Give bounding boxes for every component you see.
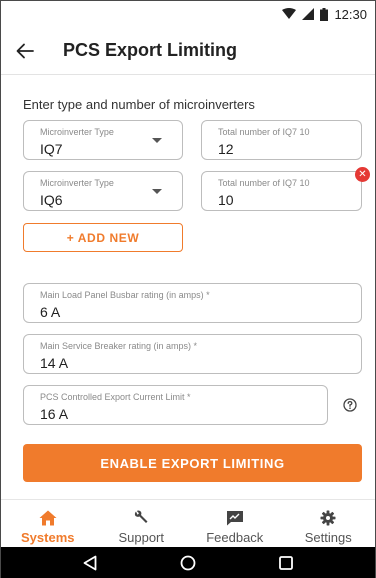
microinverter-count-value: 12	[218, 141, 234, 157]
back-triangle-icon[interactable]	[79, 552, 101, 574]
nav-item-settings[interactable]: Settings	[282, 500, 376, 547]
page-title: PCS Export Limiting	[63, 40, 238, 60]
status-time: 12:30	[334, 6, 367, 22]
chevron-down-icon	[152, 138, 162, 143]
microinverter-count-label: Total number of IQ7 10	[218, 178, 310, 188]
home-circle-icon[interactable]	[177, 552, 199, 574]
busbar-rating-input[interactable]: Main Load Panel Busbar rating (in amps) …	[23, 283, 362, 323]
export-limit-label: PCS Controlled Export Current Limit *	[40, 392, 191, 402]
breaker-rating-label: Main Service Breaker rating (in amps) *	[40, 341, 198, 351]
enable-export-limiting-button[interactable]: ENABLE EXPORT LIMITING	[23, 444, 362, 482]
wifi-icon	[282, 8, 297, 20]
signal-icon	[302, 8, 315, 20]
phone-screen: 12:30 PCS Export Limiting Enter type and…	[0, 0, 376, 578]
add-new-button[interactable]: + ADD NEW	[23, 223, 183, 252]
busbar-rating-value: 6 A	[40, 304, 61, 320]
battery-icon	[320, 7, 329, 21]
nav-label-systems: Systems	[21, 530, 75, 545]
feedback-icon	[226, 509, 244, 527]
system-navigation-bar	[1, 547, 375, 578]
remove-row-icon[interactable]: ✕	[355, 167, 370, 182]
wrench-icon	[133, 509, 149, 527]
microinverter-type-select[interactable]: Microinverter Type IQ6	[23, 171, 183, 211]
breaker-rating-value: 14 A	[40, 355, 69, 371]
nav-label-feedback: Feedback	[206, 530, 264, 545]
microinverter-count-label: Total number of IQ7 10	[218, 127, 310, 137]
recents-square-icon[interactable]	[275, 552, 297, 574]
busbar-rating-label: Main Load Panel Busbar rating (in amps) …	[40, 290, 210, 300]
bottom-navigation: Systems Support Feedback Settings	[1, 499, 375, 547]
microinverter-type-value: IQ6	[40, 192, 63, 208]
help-circle-icon[interactable]	[343, 398, 357, 412]
microinverter-count-input[interactable]: Total number of IQ7 10 12	[201, 120, 362, 160]
microinverter-count-value: 10	[218, 192, 234, 208]
microinverter-type-value: IQ7	[40, 141, 63, 157]
home-icon	[39, 509, 57, 527]
microinverter-type-label: Microinverter Type	[40, 127, 114, 137]
nav-item-support[interactable]: Support	[95, 500, 189, 547]
arrow-left-icon[interactable]	[1, 27, 49, 75]
microinverter-type-label: Microinverter Type	[40, 178, 114, 188]
chevron-down-icon	[152, 189, 162, 194]
nav-label-settings: Settings	[304, 530, 352, 545]
section-label: Enter type and number of microinverters	[23, 97, 255, 112]
microinverter-type-select[interactable]: Microinverter Type IQ7	[23, 120, 183, 160]
microinverter-count-input[interactable]: Total number of IQ7 10 10	[201, 171, 362, 211]
app-bar: PCS Export Limiting	[1, 27, 375, 75]
breaker-rating-input[interactable]: Main Service Breaker rating (in amps) * …	[23, 334, 362, 374]
export-limit-value: 16 A	[40, 406, 69, 422]
gear-icon	[320, 509, 336, 527]
nav-label-support: Support	[118, 530, 165, 545]
nav-item-feedback[interactable]: Feedback	[188, 500, 282, 547]
export-limit-input[interactable]: PCS Controlled Export Current Limit * 16…	[23, 385, 328, 425]
nav-item-systems[interactable]: Systems	[1, 500, 95, 547]
status-bar: 12:30	[1, 1, 375, 27]
